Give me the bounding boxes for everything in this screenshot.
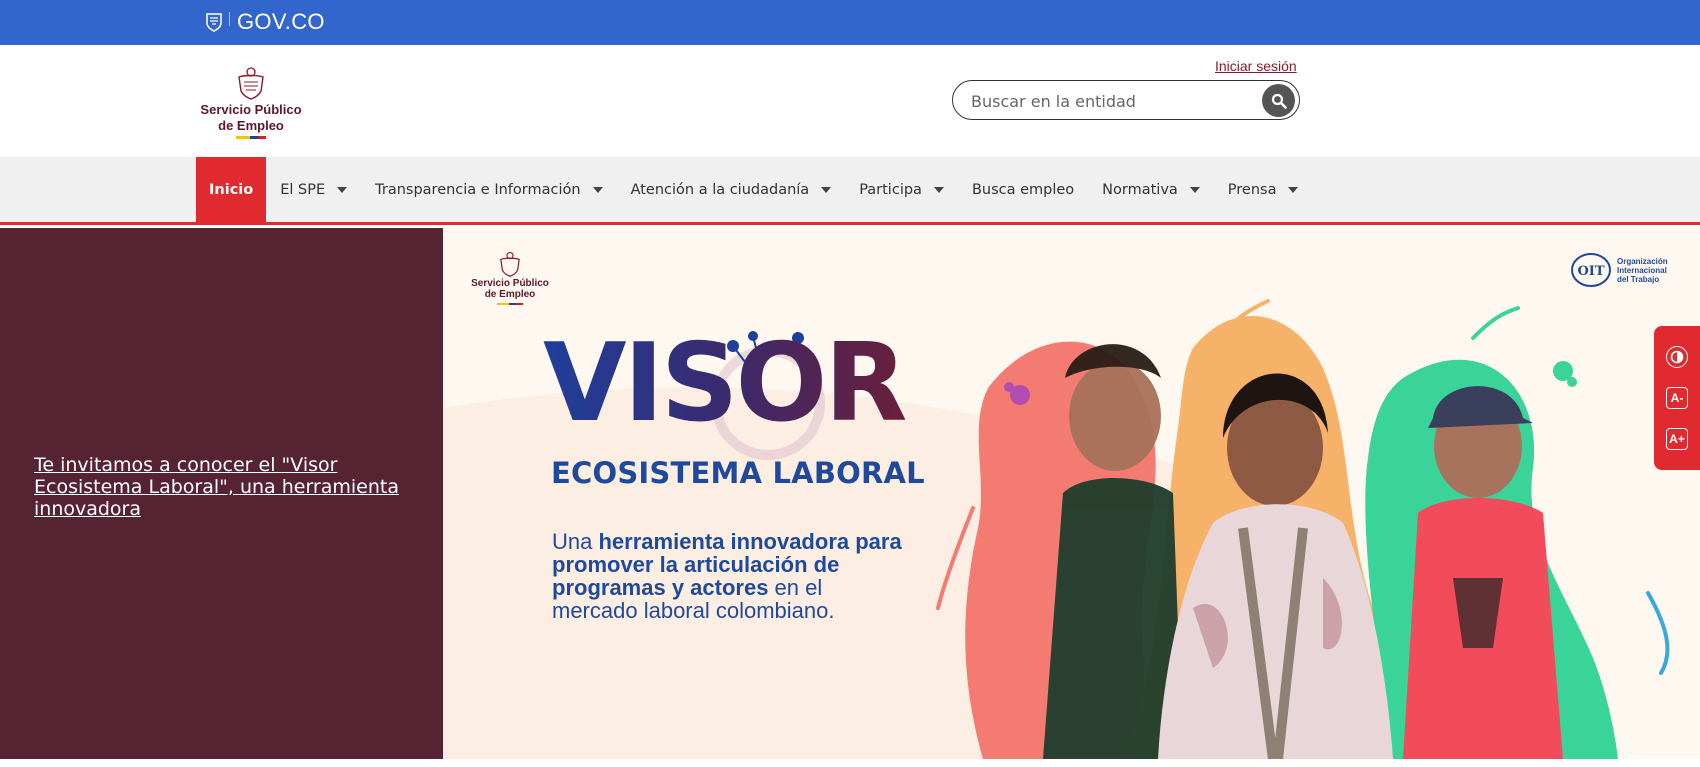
accessibility-toolbar: A- A+ <box>1654 326 1700 470</box>
decrease-font-icon: A- <box>1670 390 1684 405</box>
govco-bar: GOV.CO <box>0 0 1700 45</box>
logo-line-2: de Empleo <box>218 118 284 133</box>
contrast-button[interactable] <box>1666 345 1688 368</box>
govco-label: GOV.CO <box>237 9 325 34</box>
colombia-shield-icon <box>206 13 222 32</box>
nav-item-normativa[interactable]: Normativa <box>1088 157 1214 222</box>
nav-item-atencion[interactable]: Atención a la ciudadanía <box>617 157 846 222</box>
brand-separator <box>229 12 230 26</box>
hero-subtitle: ECOSISTEMA LABORAL <box>551 456 925 490</box>
carousel-caption-panel: Te invitamos a conocer el "Visor Ecosist… <box>0 228 443 759</box>
decrease-font-button[interactable]: A- <box>1666 386 1688 409</box>
caret-down-icon <box>933 186 944 193</box>
nav-item-busca-empleo[interactable]: Busca empleo <box>958 157 1088 222</box>
increase-font-button[interactable]: A+ <box>1666 428 1688 451</box>
caret-down-icon <box>592 186 603 193</box>
hero-logo-line-2: de Empleo <box>484 289 536 300</box>
nav-item-el-spe[interactable]: El SPE <box>266 157 361 222</box>
nav-item-prensa[interactable]: Prensa <box>1214 157 1313 222</box>
contrast-icon <box>1670 350 1684 363</box>
caret-down-icon <box>1189 186 1200 193</box>
national-emblem-icon <box>238 67 264 100</box>
govco-brand[interactable]: GOV.CO <box>205 7 325 37</box>
oit-logo: OIT Organización Internacional del Traba… <box>1570 252 1668 288</box>
nav-item-inicio[interactable]: Inicio <box>196 157 267 222</box>
nav-item-transparencia[interactable]: Transparencia e Información <box>361 157 616 222</box>
search-box <box>952 80 1300 120</box>
hero-banner[interactable]: Servicio Público de Empleo OIT Organizac… <box>443 228 1700 759</box>
caret-down-icon <box>337 186 348 193</box>
nav-item-participa[interactable]: Participa <box>845 157 958 222</box>
flag-stripe <box>465 303 555 305</box>
hero-title: VISOR <box>543 321 908 446</box>
login-link[interactable]: Iniciar sesión <box>1215 58 1297 74</box>
flag-stripe <box>190 136 312 139</box>
national-emblem-icon <box>500 251 520 277</box>
spe-logo[interactable]: Servicio Público de Empleo <box>190 65 312 139</box>
oit-emblem-icon: OIT <box>1571 253 1611 287</box>
hero-background-shapes <box>443 299 1670 759</box>
caret-down-icon <box>1288 186 1299 193</box>
logo-line-1: Servicio Público <box>200 102 302 117</box>
main-nav: Inicio El SPE Transparencia e Informació… <box>0 157 1700 225</box>
search-button[interactable] <box>1262 84 1295 117</box>
search-input[interactable] <box>969 89 1243 113</box>
hero-logo-line-1: Servicio Público <box>471 278 549 289</box>
carousel-caption-link[interactable]: Te invitamos a conocer el "Visor Ecosist… <box>34 454 414 520</box>
oit-name: Organización Internacional del Trabajo <box>1617 256 1668 284</box>
search-icon <box>1271 93 1287 109</box>
increase-font-icon: A+ <box>1669 432 1685 447</box>
hero-spe-logo: Servicio Público de Empleo <box>465 250 555 305</box>
caret-down-icon <box>821 186 832 193</box>
hero-tagline: Una herramienta innovadora para promover… <box>552 529 902 623</box>
site-header: Servicio Público de Empleo Iniciar sesió… <box>0 45 1700 157</box>
oit-abbrev: OIT <box>1577 264 1604 279</box>
